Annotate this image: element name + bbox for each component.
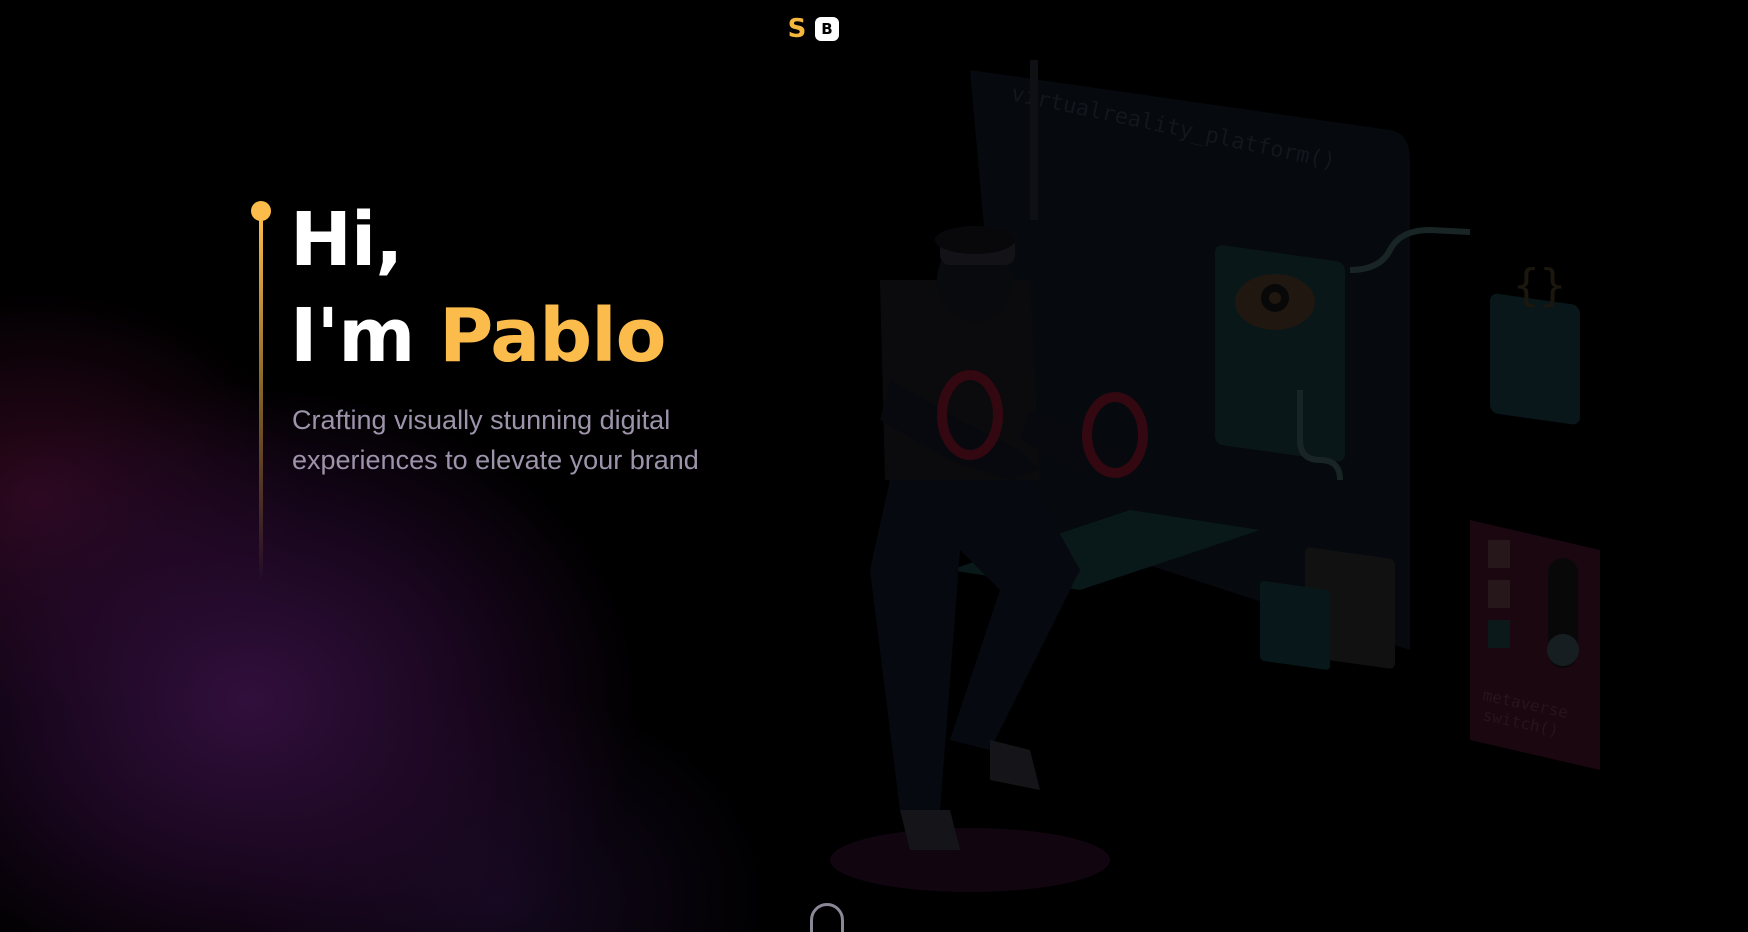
hero-accent-marker — [251, 201, 271, 582]
switch-slot-1 — [1488, 540, 1510, 568]
headline-greeting: Hi, — [290, 197, 403, 283]
cloud-gear-icon — [1235, 274, 1315, 330]
switch-slot-3 — [1488, 620, 1510, 648]
logo-letter-b: B — [815, 17, 839, 41]
switch-slot-2 — [1488, 580, 1510, 608]
floor-shadow — [830, 828, 1110, 892]
headline-intro: I'm — [290, 293, 440, 379]
braces-text: {} — [1513, 260, 1566, 311]
braces-card — [1490, 293, 1580, 425]
hero-tagline: Crafting visually stunning digital exper… — [292, 405, 699, 475]
marker-line — [259, 218, 263, 582]
hero-section: Hi, I'm Pablo Crafting visually stunning… — [290, 192, 772, 480]
hero-headline: Hi, I'm Pablo — [290, 192, 772, 384]
mouse-scroll-icon[interactable] — [810, 903, 844, 932]
teal-card — [1260, 580, 1330, 670]
logo-letter-s: S — [787, 14, 807, 44]
headline-name: Pablo — [439, 293, 666, 379]
switch-knob — [1547, 634, 1579, 666]
vr-developer-illustration: virtualreality_platform() {} metaverse s… — [830, 60, 1600, 892]
vr-pole — [1030, 60, 1038, 220]
site-logo[interactable]: S B — [783, 16, 839, 42]
